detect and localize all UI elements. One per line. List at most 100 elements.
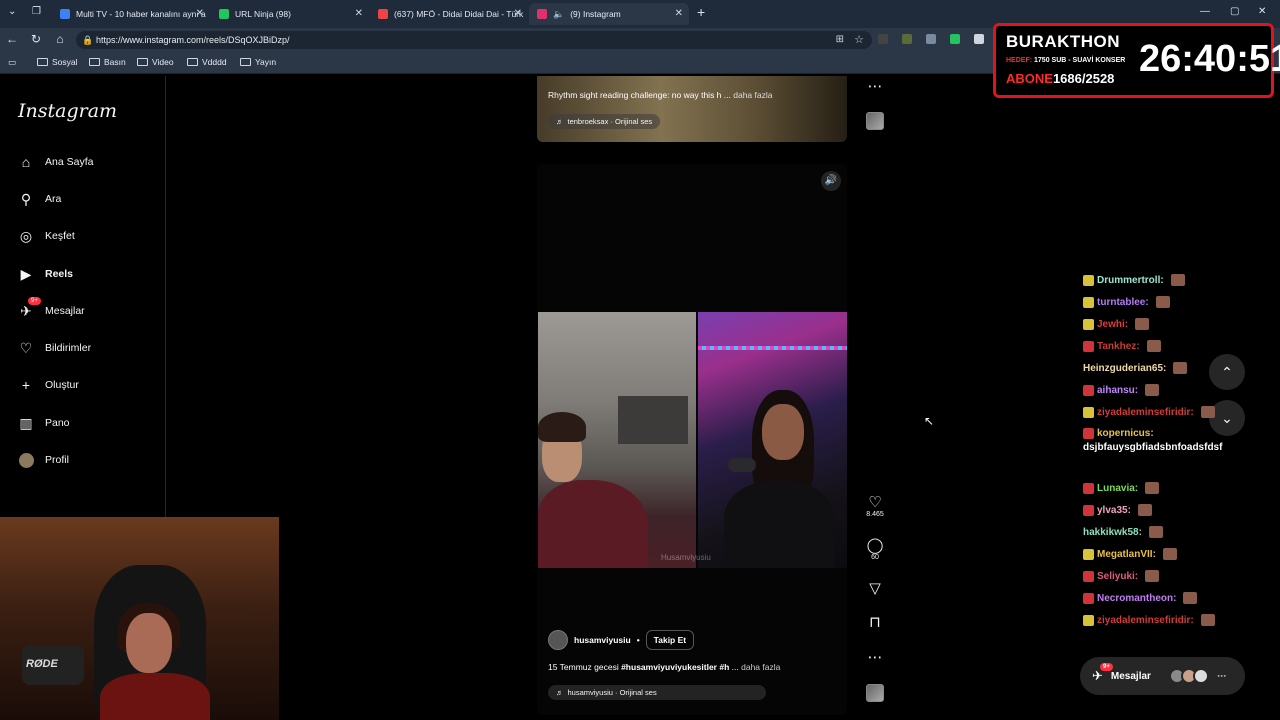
bookmark-sosyal[interactable]: Sosyal bbox=[37, 57, 78, 67]
tab-youtube[interactable]: (637) MFÖ - Didai Didai Dai - Türk ✕ bbox=[370, 3, 528, 25]
extension-icon[interactable] bbox=[926, 34, 936, 44]
music-note-icon: ♬ bbox=[556, 688, 564, 697]
chat-emote-icon bbox=[1183, 592, 1198, 604]
chat-message: kopernicus: dsjbfauysgbfiadsbnfoadsfdsf bbox=[1083, 428, 1273, 453]
close-window-icon[interactable]: ✕ bbox=[1258, 6, 1266, 17]
chat-emote-icon bbox=[1173, 362, 1188, 374]
heart-icon: ♡ bbox=[868, 494, 882, 511]
sidebar-item-profile[interactable]: Profil bbox=[18, 452, 69, 468]
sound-toggle-icon[interactable]: 🔊 bbox=[821, 171, 841, 191]
messages-pill[interactable]: ✈ 9+ Mesajlar ⋯ bbox=[1080, 657, 1245, 695]
close-tab-icon[interactable]: ✕ bbox=[196, 8, 204, 19]
chat-badge-icon bbox=[1083, 548, 1094, 560]
chat-message: Drummertroll: bbox=[1083, 274, 1185, 286]
sidebar-item-label: Mesajlar bbox=[45, 305, 85, 317]
address-input[interactable]: 🔒 https://www.instagram.com/reels/DSqOXJ… bbox=[76, 31, 872, 49]
bookmark-vdddd[interactable]: Vdddd bbox=[187, 57, 227, 67]
sidebar-item-label: Reels bbox=[45, 268, 74, 280]
bookmark-yayin[interactable]: Yayın bbox=[240, 57, 276, 67]
favorite-star-icon[interactable]: ☆ bbox=[854, 31, 864, 49]
bookmark-label: Basın bbox=[104, 57, 126, 67]
chat-message: Seliyuki: bbox=[1083, 570, 1160, 582]
sidebar-item-label: Pano bbox=[45, 417, 70, 429]
sidebar-item-create[interactable]: + Oluştur bbox=[18, 377, 79, 393]
video-watermark: Husamviyusiu bbox=[661, 553, 711, 562]
reading-list-icon[interactable]: ▭ bbox=[8, 57, 16, 68]
messages-label: Mesajlar bbox=[1110, 670, 1151, 682]
sidebar-item-label: Keşfet bbox=[45, 230, 75, 242]
youtube-favicon-icon bbox=[378, 9, 388, 19]
chat-username: Necromantheon: bbox=[1097, 592, 1177, 604]
bookmark-basin[interactable]: Basın bbox=[89, 57, 126, 67]
bookmark-video[interactable]: Video bbox=[137, 57, 174, 67]
minimize-icon[interactable]: — bbox=[1200, 6, 1210, 17]
reel-video[interactable]: 🔊 Husamviyusiu husamviyusiu • Takip Et 1… bbox=[537, 164, 847, 715]
tab-url-ninja[interactable]: URL Ninja (98) ✕ bbox=[211, 3, 369, 25]
lock-icon: 🔒 bbox=[82, 35, 94, 45]
instagram-favicon-icon bbox=[537, 9, 547, 19]
more-options-button[interactable]: ⋯ bbox=[860, 649, 890, 666]
new-tab-button[interactable]: + bbox=[697, 4, 705, 20]
chat-badge-icon bbox=[1083, 406, 1094, 418]
audio-link[interactable]: ♬ tenbroeksax · Orijinal ses bbox=[548, 114, 661, 129]
instagram-logo[interactable]: Instagram bbox=[18, 100, 117, 122]
audio-thumbnail[interactable] bbox=[866, 684, 884, 702]
back-icon[interactable]: ← bbox=[4, 32, 20, 46]
extension-icon[interactable] bbox=[878, 34, 888, 44]
audio-link[interactable]: ♬ husamviyusiu · Orijinal ses bbox=[548, 685, 766, 700]
tab-instagram[interactable]: 🔈 (9) Instagram ✕ bbox=[529, 3, 689, 25]
like-count: 8.465 bbox=[866, 511, 884, 518]
reload-icon[interactable]: ↻ bbox=[28, 32, 44, 46]
maximize-icon[interactable]: ▢ bbox=[1230, 6, 1239, 17]
follow-button[interactable]: Takip Et bbox=[645, 630, 695, 650]
more-options-icon[interactable]: ⋯ bbox=[860, 78, 890, 95]
hashtag-link[interactable]: #husamviyuviyukesitler #h bbox=[621, 662, 729, 672]
sidebar-item-dashboard[interactable]: ▥ Pano bbox=[18, 415, 70, 431]
close-tab-icon[interactable]: ✕ bbox=[675, 8, 683, 19]
save-button[interactable]: ⊓ bbox=[860, 614, 890, 631]
chat-badge-icon bbox=[1083, 318, 1094, 330]
workspaces-icon[interactable]: ❐ bbox=[32, 6, 41, 17]
sidebar-item-notifications[interactable]: ♡ Bildirimler bbox=[18, 340, 91, 356]
folder-icon bbox=[240, 58, 251, 66]
share-button[interactable]: ▽ bbox=[860, 580, 890, 597]
chat-username: Seliyuki: bbox=[1097, 570, 1139, 582]
reader-mode-icon[interactable]: ⊞ bbox=[836, 31, 844, 49]
speaker-icon[interactable]: 🔈 bbox=[553, 9, 564, 20]
previous-reel-button[interactable]: ⌃ bbox=[1209, 354, 1245, 390]
close-tab-icon[interactable]: ✕ bbox=[355, 8, 363, 19]
sidebar-item-search[interactable]: ⚲ Ara bbox=[18, 191, 61, 207]
tab-list-icon[interactable]: ⌄ bbox=[8, 6, 16, 17]
sidebar-item-explore[interactable]: ◎ Keşfet bbox=[18, 228, 75, 244]
author-username[interactable]: husamviyusiu bbox=[574, 635, 631, 645]
chat-message: Necromantheon: bbox=[1083, 592, 1198, 604]
author-avatar[interactable] bbox=[548, 630, 568, 650]
tab-multi-tv[interactable]: Multi TV - 10 haber kanalını aynı a ✕ bbox=[52, 3, 210, 25]
sidebar-item-reels[interactable]: ▶ Reels bbox=[18, 266, 73, 282]
extension-icon[interactable] bbox=[950, 34, 960, 44]
sidebar-item-home[interactable]: ⌂ Ana Sayfa bbox=[18, 154, 94, 170]
close-tab-icon[interactable]: ✕ bbox=[514, 8, 522, 19]
previous-reel[interactable]: Rhythm sight reading challenge: no way t… bbox=[537, 76, 847, 142]
extension-icon[interactable] bbox=[902, 34, 912, 44]
chat-emote-icon bbox=[1145, 384, 1160, 396]
comment-button[interactable]: ◯ 60 bbox=[860, 537, 890, 561]
folder-icon bbox=[89, 58, 100, 66]
chat-badge-icon bbox=[1083, 274, 1094, 286]
reel-caption: 15 Temmuz gecesi #husamviyuviyukesitler … bbox=[548, 662, 781, 672]
mic-brand-logo: RØDE bbox=[26, 658, 58, 670]
sub-counter: ABONE1686/2528 bbox=[1006, 71, 1115, 86]
more-link[interactable]: daha fazla bbox=[733, 90, 772, 100]
chevron-down-icon: ⌄ bbox=[1221, 410, 1233, 426]
chat-emote-icon bbox=[1162, 548, 1177, 560]
like-button[interactable]: ♡ 8.465 bbox=[860, 494, 890, 518]
mouse-cursor-icon: ↖ bbox=[924, 414, 935, 428]
sidebar-item-messages[interactable]: ✈ 9+ Mesajlar bbox=[18, 297, 85, 319]
more-link[interactable]: daha fazla bbox=[741, 662, 780, 672]
chat-badge-icon bbox=[1083, 570, 1094, 582]
separator-dot: • bbox=[636, 635, 640, 645]
home-browser-icon[interactable]: ⌂ bbox=[52, 32, 68, 46]
extension-icon[interactable] bbox=[974, 34, 984, 44]
comment-icon: ◯ bbox=[866, 537, 884, 554]
audio-thumbnail[interactable] bbox=[866, 112, 884, 130]
